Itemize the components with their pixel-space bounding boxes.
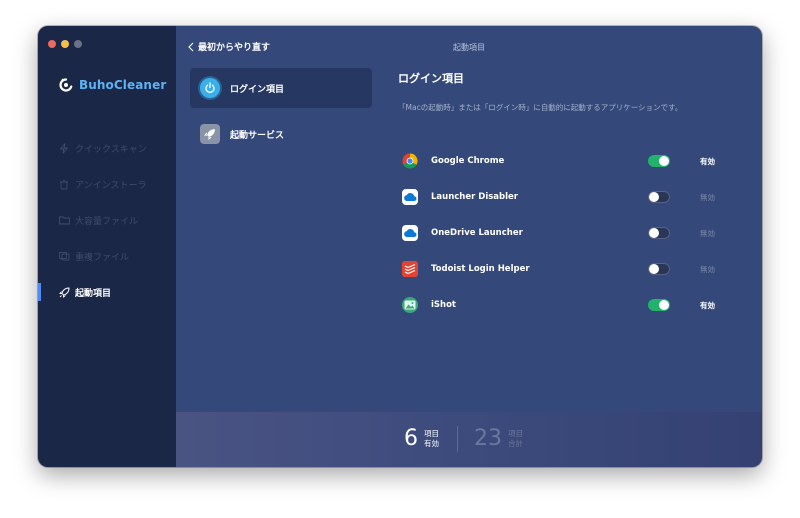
- app-name: Google Chrome: [431, 156, 505, 166]
- enable-toggle[interactable]: [648, 299, 670, 311]
- app-name: iShot: [431, 300, 456, 310]
- rocket-icon: [58, 286, 70, 298]
- duplicate-icon: [58, 250, 70, 262]
- lightning-icon: [58, 142, 70, 154]
- minimize-window-button[interactable]: [61, 40, 69, 48]
- sidebar-item-label: クイックスキャン: [75, 144, 147, 155]
- brand-name: BuhoCleaner: [79, 78, 167, 92]
- power-icon: [200, 78, 220, 98]
- login-items-list: Google Chrome 有効 Launcher Disabler 無効 On…: [398, 143, 748, 323]
- list-item: OneDrive Launcher 無効: [398, 215, 748, 251]
- sidebar-item-label: アンインストーラ: [75, 180, 147, 191]
- category-launch-services[interactable]: 起動サービス: [190, 114, 372, 154]
- sidebar-item-label: 起動項目: [75, 288, 112, 299]
- page-title: 起動項目: [453, 43, 485, 52]
- enabled-count-stat: 6 項目 有効: [404, 426, 439, 451]
- enabled-label-enabled: 有効: [424, 438, 439, 448]
- rocket-icon: [200, 124, 220, 144]
- category-login-items[interactable]: ログイン項目: [190, 68, 372, 108]
- onedrive-icon: [402, 225, 418, 241]
- topbar: 最初からやり直す 起動項目: [176, 26, 762, 66]
- enabled-label-items: 項目: [424, 428, 439, 438]
- app-name: Todoist Login Helper: [431, 264, 530, 274]
- sidebar-item-uninstaller[interactable]: アンインストーラ: [38, 166, 176, 202]
- trash-icon: [58, 178, 70, 190]
- divider: [457, 426, 458, 452]
- enabled-count: 6: [404, 426, 418, 451]
- status-label: 有効: [700, 300, 715, 310]
- detail-title: ログイン項目: [398, 72, 464, 85]
- category-list: ログイン項目 起動サービス: [190, 68, 372, 160]
- cloud-icon: [402, 189, 418, 205]
- enable-toggle[interactable]: [648, 191, 670, 203]
- category-label: ログイン項目: [230, 84, 285, 95]
- category-label: 起動サービス: [230, 130, 285, 141]
- sidebar-item-startup-items[interactable]: 起動項目: [38, 274, 176, 310]
- enable-toggle[interactable]: [648, 227, 670, 239]
- main-panel: 最初からやり直す 起動項目 ログイン項目 起動サービス ログイン項目 「Macの…: [176, 26, 762, 467]
- status-label: 無効: [700, 228, 715, 238]
- status-label: 有効: [700, 156, 715, 166]
- list-item: iShot 有効: [398, 287, 748, 323]
- app-window: BuhoCleaner クイックスキャン アンインストーラ 大容量ファイル 重複…: [38, 26, 762, 467]
- close-window-button[interactable]: [48, 40, 56, 48]
- enable-toggle[interactable]: [648, 155, 670, 167]
- enable-toggle[interactable]: [648, 263, 670, 275]
- folder-icon: [58, 214, 70, 226]
- list-item: Todoist Login Helper 無効: [398, 251, 748, 287]
- app-name: Launcher Disabler: [431, 192, 518, 202]
- brand: BuhoCleaner: [59, 78, 166, 92]
- enabled-count-label: 項目 有効: [424, 429, 439, 449]
- zoom-window-button[interactable]: [74, 40, 82, 48]
- chrome-icon: [402, 153, 418, 169]
- sidebar-item-large-files[interactable]: 大容量ファイル: [38, 202, 176, 238]
- detail-panel: ログイン項目 「Macの起動時」または「ログイン時」に自動的に起動するアプリケー…: [398, 70, 748, 323]
- status-label: 無効: [700, 264, 715, 274]
- todoist-icon: [402, 261, 418, 277]
- detail-description: 「Macの起動時」または「ログイン時」に自動的に起動するアプリケーションです。: [398, 103, 683, 112]
- sidebar: BuhoCleaner クイックスキャン アンインストーラ 大容量ファイル 重複…: [38, 26, 176, 467]
- total-label-items: 項目: [508, 428, 523, 438]
- sidebar-item-label: 重複ファイル: [75, 252, 130, 263]
- list-item: Launcher Disabler 無効: [398, 179, 748, 215]
- sidebar-nav: クイックスキャン アンインストーラ 大容量ファイル 重複ファイル 起動項目: [38, 130, 176, 310]
- app-name: OneDrive Launcher: [431, 228, 523, 238]
- sidebar-item-quick-scan[interactable]: クイックスキャン: [38, 130, 176, 166]
- ishot-icon: [402, 297, 418, 313]
- total-count-label: 項目 合計: [508, 429, 523, 449]
- sidebar-item-duplicate-files[interactable]: 重複ファイル: [38, 238, 176, 274]
- status-label: 無効: [700, 192, 715, 202]
- total-count-stat: 23 項目 合計: [474, 426, 523, 451]
- summary-footer: 6 項目 有効 23 項目 合計: [176, 412, 762, 467]
- total-count: 23: [474, 426, 502, 451]
- total-label-total: 合計: [508, 438, 523, 448]
- list-item: Google Chrome 有効: [398, 143, 748, 179]
- sidebar-item-label: 大容量ファイル: [75, 216, 139, 227]
- owl-logo-icon: [59, 78, 73, 92]
